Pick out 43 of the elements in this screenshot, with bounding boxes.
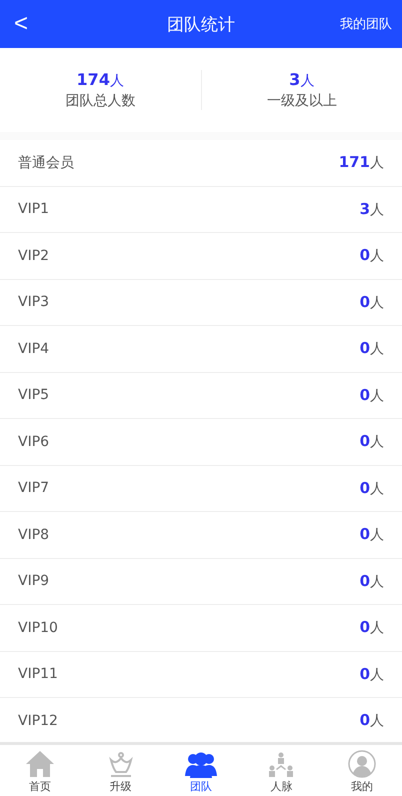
my-team-link[interactable]: 我的团队 [340, 15, 392, 33]
level-name: 普通会员 [18, 154, 74, 172]
member-count: 171人 [338, 153, 384, 172]
team-icon [185, 752, 218, 778]
member-count: 0人 [360, 478, 384, 498]
page-title: 团队统计 [167, 14, 235, 36]
level-name: VIP9 [18, 573, 50, 590]
level-name: VIP2 [18, 248, 50, 264]
user-tab[interactable]: 我的 [322, 745, 402, 796]
member-count: 0人 [360, 292, 384, 312]
member-count: 0人 [360, 386, 384, 405]
team-tab[interactable]: 团队 [160, 745, 242, 796]
level-name: VIP6 [18, 434, 50, 450]
stat-value: 174人 [76, 70, 124, 90]
member-count: 0人 [360, 572, 384, 591]
stat-label: 一级及以上 [266, 92, 337, 110]
level-name: VIP5 [18, 387, 50, 404]
member-count: 0人 [360, 618, 384, 638]
member-count: 0人 [360, 432, 384, 452]
home-tab[interactable]: 首页 [0, 745, 80, 796]
level-name: VIP4 [18, 340, 50, 357]
network-icon [269, 752, 294, 778]
level-name: VIP8 [18, 526, 50, 543]
member-count: 0人 [360, 711, 384, 730]
level-name: VIP1 [18, 201, 50, 218]
crown-tab[interactable]: 升级 [80, 745, 161, 796]
member-count: 0人 [360, 339, 384, 358]
back-button[interactable]: < [14, 10, 34, 38]
level-name: VIP10 [18, 620, 58, 636]
member-count: 0人 [360, 664, 384, 684]
level-name: VIP7 [18, 480, 50, 496]
stat-value: 3人 [289, 70, 314, 90]
member-count: 3人 [360, 200, 384, 219]
member-count: 0人 [360, 246, 384, 266]
home-icon [25, 750, 56, 778]
network-tab[interactable]: 人脉 [241, 745, 322, 796]
level-name: VIP11 [18, 666, 58, 682]
stat-label: 团队总人数 [65, 92, 136, 110]
crown-icon [108, 752, 134, 778]
user-icon [348, 750, 376, 778]
level-name: VIP3 [18, 294, 50, 310]
level-name: VIP12 [18, 712, 58, 729]
member-count: 0人 [360, 525, 384, 544]
